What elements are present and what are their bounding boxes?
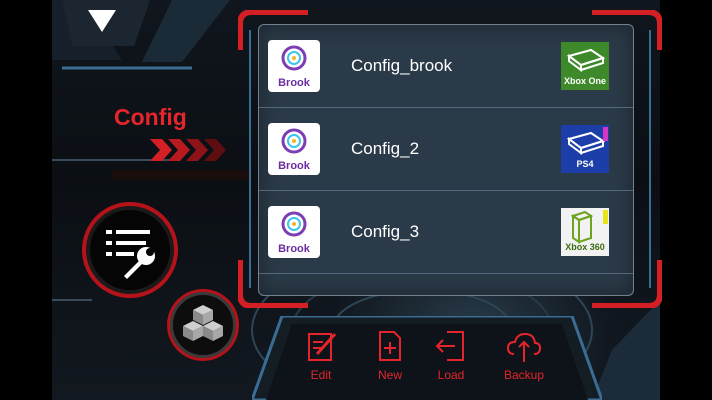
ps4-badge: PS4	[561, 125, 609, 173]
config-row-3[interactable]: Brook Config_3 Xbox 360	[259, 191, 633, 274]
xbox-360-badge: Xbox 360	[561, 208, 609, 256]
backup-label: Backup	[503, 368, 545, 382]
config-name: Config_3	[351, 222, 420, 241]
edit-button[interactable]: Edit	[290, 328, 352, 398]
triangle-down-icon	[88, 10, 116, 32]
config-list-panel: Brook Config_brook Xbox One Brook Config…	[258, 24, 634, 296]
svg-text:Brook: Brook	[278, 160, 311, 172]
svg-text:Brook: Brook	[278, 243, 311, 255]
settings-button[interactable]	[86, 206, 174, 294]
backup-button[interactable]: Backup	[493, 328, 555, 398]
new-button[interactable]: New	[359, 328, 421, 398]
config-row-2[interactable]: Brook Config_2 PS4	[259, 108, 633, 191]
new-label: New	[377, 368, 402, 382]
section-title: Config	[114, 104, 187, 130]
config-name: Config_brook	[351, 56, 453, 75]
chevron-arrows-icon	[150, 139, 226, 161]
config-row-brook[interactable]: Brook Config_brook Xbox One	[259, 25, 633, 108]
cubes-icon	[183, 305, 223, 341]
modules-button[interactable]	[170, 292, 236, 358]
list-wrench-icon	[106, 230, 155, 279]
cloud-upload-icon	[506, 332, 542, 362]
xbox-one-badge: Xbox One	[561, 42, 609, 90]
brook-logo: Brook	[268, 123, 320, 175]
brook-logo: Brook	[268, 206, 320, 258]
load-button[interactable]: Load	[420, 328, 482, 398]
load-icon	[435, 331, 464, 361]
load-label: Load	[437, 368, 465, 382]
edit-icon	[308, 332, 337, 361]
brook-logo: Brook	[268, 40, 320, 92]
new-file-icon	[379, 331, 401, 361]
config-name: Config_2	[351, 139, 420, 158]
edit-label: Edit	[310, 368, 332, 382]
svg-text:Brook: Brook	[278, 77, 311, 89]
